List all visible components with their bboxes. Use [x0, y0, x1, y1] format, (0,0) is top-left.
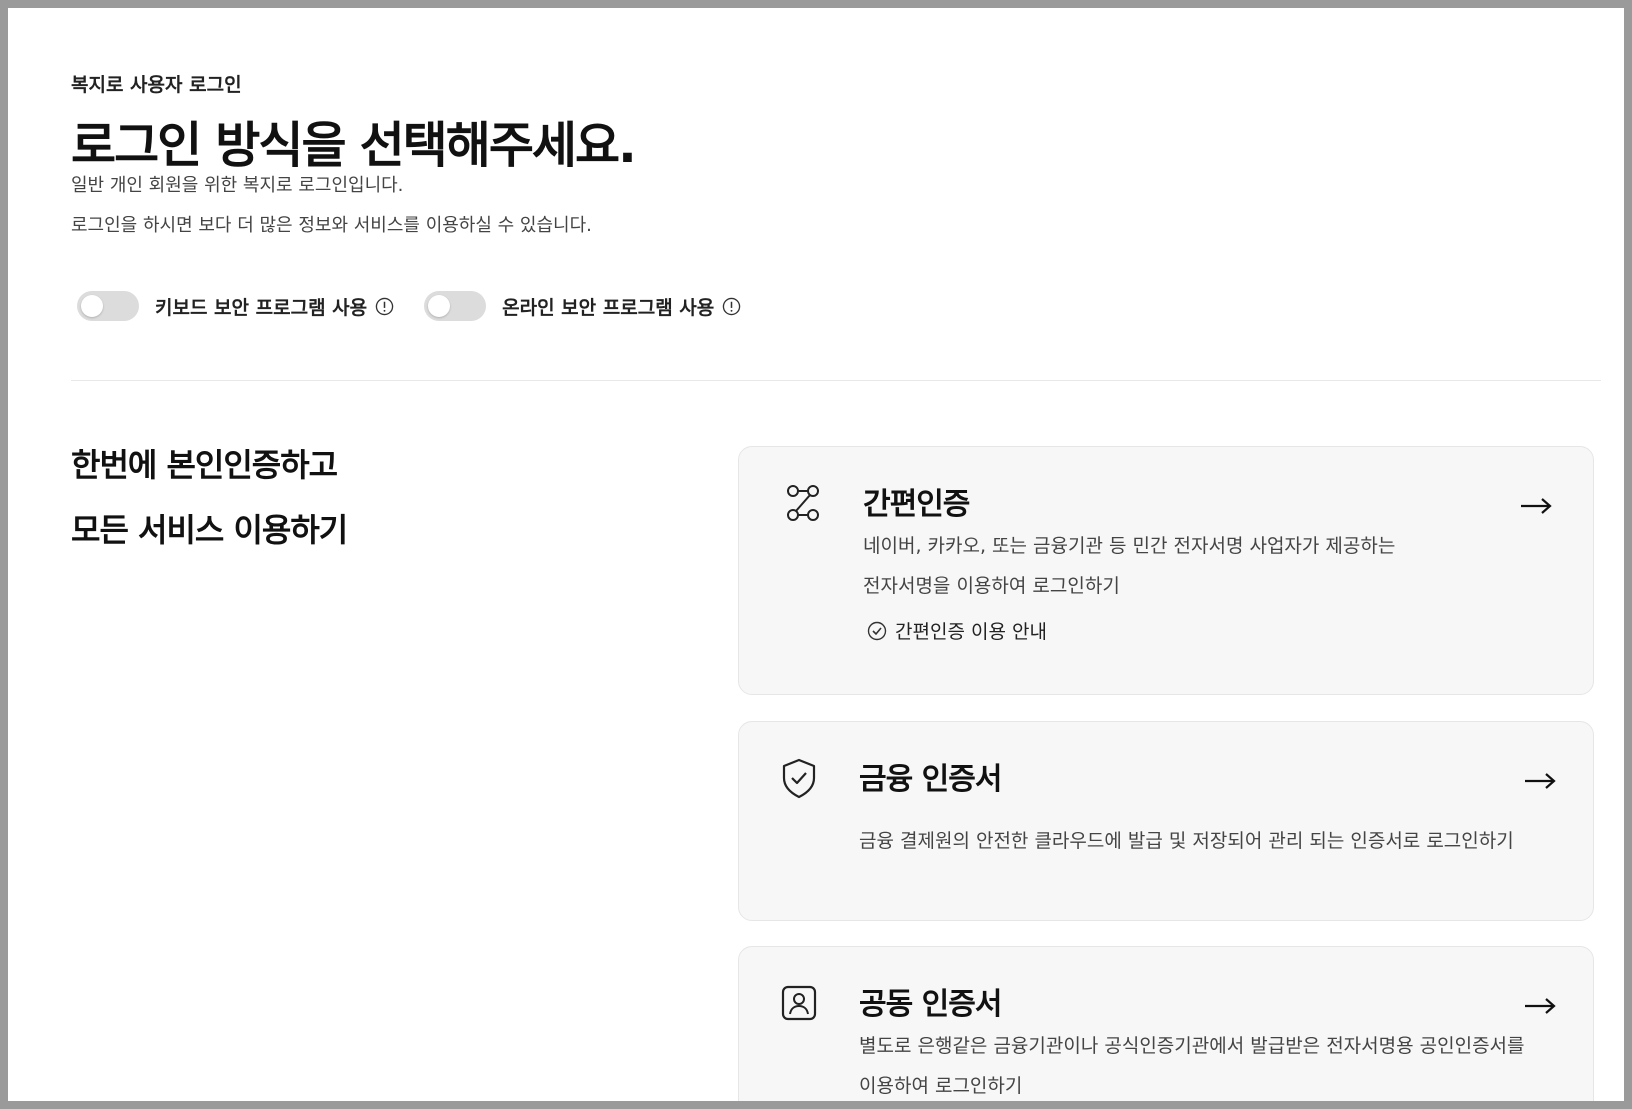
- check-circle-icon: [867, 621, 887, 640]
- card-description-1: 금융 결제원의 안전한 클라우드에 발급 및 저장되어 관리 되는 인증서로 로…: [859, 830, 1514, 852]
- page-description-2: 로그인을 하시면 보다 더 많은 정보와 서비스를 이용하실 수 있습니다.: [71, 215, 592, 236]
- info-icon[interactable]: [722, 297, 741, 316]
- online-security-toggle-group: 온라인 보안 프로그램 사용: [424, 291, 741, 321]
- id-card-icon: [777, 981, 821, 1025]
- switch-knob: [428, 295, 451, 317]
- online-security-label: 온라인 보안 프로그램 사용: [502, 296, 715, 319]
- route-icon: [781, 481, 825, 525]
- keyboard-security-label: 키보드 보안 프로그램 사용: [155, 296, 368, 319]
- arrow-right-icon: [1521, 498, 1552, 514]
- page-frame: 복지로 사용자 로그인 로그인 방식을 선택해주세요. 일반 개인 회원을 위한…: [8, 8, 1624, 1101]
- card-title: 공동 인증서: [859, 987, 1002, 1022]
- card-title: 간편인증: [863, 487, 970, 522]
- card-description-2: 전자서명을 이용하여 로그인하기: [863, 575, 1120, 597]
- shield-check-icon: [777, 756, 821, 800]
- arrow-right-icon: [1525, 998, 1556, 1014]
- keyboard-security-toggle-group: 키보드 보안 프로그램 사용: [77, 291, 394, 321]
- page-description-1: 일반 개인 회원을 위한 복지로 로그인입니다.: [71, 175, 404, 196]
- section-divider: [71, 380, 1601, 381]
- keyboard-security-switch[interactable]: [77, 291, 139, 321]
- info-icon[interactable]: [375, 297, 394, 316]
- financial-cert-card[interactable]: 금융 인증서 금융 결제원의 안전한 클라우드에 발급 및 저장되어 관리 되는…: [738, 721, 1594, 921]
- card-description-1: 네이버, 카카오, 또는 금융기관 등 민간 전자서명 사업자가 제공하는: [863, 535, 1396, 557]
- section-title-line-2: 모든 서비스 이용하기: [71, 511, 348, 549]
- page-title: 로그인 방식을 선택해주세요.: [71, 117, 637, 174]
- guide-label: 간편인증 이용 안내: [895, 621, 1047, 643]
- joint-cert-card[interactable]: 공동 인증서 별도로 은행같은 금융기관이나 공식인증기관에서 발급받은 전자서…: [738, 946, 1594, 1101]
- switch-knob: [81, 295, 103, 317]
- simple-auth-guide-link[interactable]: 간편인증 이용 안내: [867, 617, 1047, 644]
- simple-auth-card[interactable]: 간편인증 네이버, 카카오, 또는 금융기관 등 민간 전자서명 사업자가 제공…: [738, 446, 1594, 695]
- online-security-switch[interactable]: [424, 291, 487, 321]
- card-title: 금융 인증서: [859, 762, 1002, 797]
- page-eyebrow: 복지로 사용자 로그인: [71, 74, 242, 96]
- section-title-line-1: 한번에 본인인증하고: [71, 446, 338, 484]
- arrow-right-icon: [1525, 773, 1556, 789]
- card-description-2: 이용하여 로그인하기: [859, 1075, 1023, 1097]
- security-toggles: 키보드 보안 프로그램 사용 온라인 보안 프로그램 사용: [77, 291, 771, 321]
- card-description-1: 별도로 은행같은 금융기관이나 공식인증기관에서 발급받은 전자서명용 공인인증…: [859, 1035, 1525, 1057]
